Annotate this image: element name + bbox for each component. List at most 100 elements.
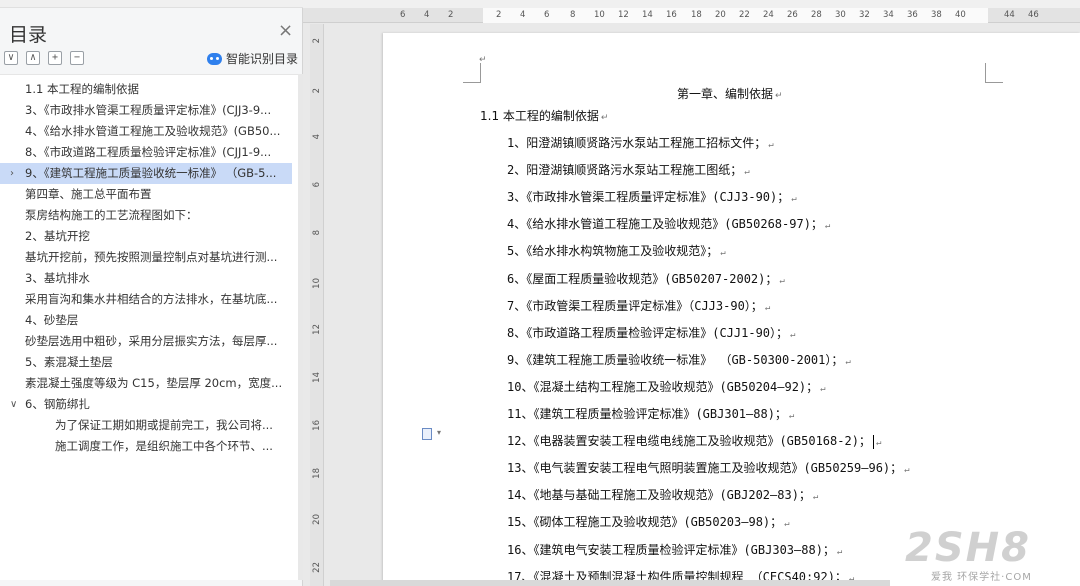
toc-item[interactable]: 第四章、施工总平面布置 [0, 184, 292, 205]
toc-item-label: 施工调度工作，是组织施工中各个环节、... [55, 439, 273, 453]
document-line[interactable]: 5、《给水排水构筑物施工及验收规范》； ↵ [507, 242, 726, 259]
document-line-text: 2、阳澄湖镇顺贤路污水泵站工程施工图纸； [507, 163, 743, 178]
document-outline-icon[interactable] [422, 428, 432, 440]
paragraph-mark: ↵ [788, 411, 795, 421]
paragraph-mark: ↵ [824, 221, 831, 232]
toc-item[interactable]: 施工调度工作，是组织施工中各个环节、... [0, 436, 292, 457]
toc-item[interactable]: 4、《给水排水管道工程施工及验收规范》(GB50... [0, 121, 292, 142]
toc-item-label: 基坑开挖前，预先按照测量控制点对基坑进行测... [25, 250, 278, 264]
document-line[interactable]: 6、《屋面工程质量验收规范》(GB50207-2002)； ↵ [507, 270, 785, 287]
document-line[interactable]: 8、《市政道路工程质量检验评定标准》(CJJ1-90）； ↵ [507, 324, 795, 341]
smart-recognize-button[interactable]: 智能识别目录 [207, 50, 298, 67]
remove-item-button[interactable]: − [70, 51, 84, 65]
toc-item-label: 1.1 本工程的编制依据 [25, 82, 139, 96]
ruler-tick-label: 22 [312, 562, 322, 573]
toc-item[interactable]: 素混凝土强度等级为 C15，垫层厚 20cm，宽度... [0, 373, 292, 394]
ruler-tick-label: 16 [666, 10, 677, 20]
document-line[interactable]: 10、《混凝土结构工程施工及验收规范》(GB50204—92)； ↵ [507, 378, 826, 395]
ai-bot-icon [207, 52, 222, 65]
toc-item[interactable]: 砂垫层选用中粗砂，采用分层振实方法，每层厚... [0, 331, 292, 352]
horizontal-ruler[interactable]: 6 4 2 2 4 6 8 10 12 14 16 18 20 22 24 26 28 30 32 34 36 38 40 4… [303, 8, 1080, 23]
add-item-button[interactable]: + [48, 51, 62, 65]
expand-all-button[interactable]: ∨ [4, 51, 18, 65]
document-line[interactable]: 2、阳澄湖镇顺贤路污水泵站工程施工图纸； ↵ [507, 161, 750, 178]
horizontal-scrollbar[interactable] [330, 580, 890, 586]
toc-item[interactable]: 3、《市政排水管渠工程质量评定标准》(CJJ3-9... [0, 100, 292, 121]
ruler-tick-label: 4 [312, 134, 322, 140]
toc-title: 目录 [9, 24, 48, 46]
toc-item[interactable]: 泵房结构施工的工艺流程图如下： [0, 205, 292, 226]
document-page[interactable]: ↵ 第一章、编制依据 ↵ 1.1 本工程的编制依据 ↵ 1、阳澄湖镇顺贤路污水泵站工… [383, 33, 1080, 586]
section-title-text: 1.1 本工程的编制依据 [480, 109, 599, 123]
ruler-tick-label: 40 [955, 10, 966, 20]
ruler-tick-label: 8 [570, 10, 576, 20]
ruler-tick-label: 38 [931, 10, 942, 20]
vertical-ruler[interactable]: 2 2 4 6 8 10 12 14 16 18 20 22 [310, 24, 324, 586]
paragraph-mark: ↵ [820, 383, 826, 394]
document-line-text: 7、《市政管渠工程质量评定标准》（CJJ3-90）； [507, 298, 763, 313]
toc-panel: 目录 × ∨ ∧ + − 智能识别目录 1.1 本工程的编制依据 3、《市政排水管… [0, 0, 303, 586]
toc-item[interactable]: 采用盲沟和集水井相结合的方法排水，在基坑底... [0, 289, 292, 310]
toc-item-label: 9、《建筑工程施工质量验收统一标准》 （GB-5... [25, 166, 277, 180]
toc-item-label: 6、钢筋绑扎 [25, 397, 90, 411]
paragraph-mark: ↵ [784, 519, 790, 530]
smart-recognize-label: 智能识别目录 [226, 52, 299, 66]
section-title[interactable]: 1.1 本工程的编制依据 ↵ [480, 107, 608, 124]
toc-item[interactable]: 3、基坑排水 [0, 268, 292, 289]
ruler-tick-label: 14 [642, 10, 653, 20]
toc-item-label: 3、基坑排水 [25, 271, 90, 285]
document-line[interactable]: 3、《市政排水管渠工程质量评定标准》(CJJ3-90)； ↵ [507, 188, 797, 205]
toc-item[interactable]: 5、素混凝土垫层 [0, 352, 292, 373]
toc-item[interactable]: 1.1 本工程的编制依据 [0, 79, 292, 100]
document-line[interactable]: 7、《市政管渠工程质量评定标准》（CJJ3-90）； ↵ [507, 297, 770, 314]
text-cursor [872, 434, 874, 449]
ruler-tick-label: 36 [907, 10, 918, 20]
document-line-text: 6、《屋面工程质量验收规范》(GB50207-2002)； [507, 271, 778, 286]
document-line[interactable]: 12、《电器装置安装工程电缆电线施工及验收规范》(GB50168-2)； ↵ [507, 432, 881, 449]
toc-item[interactable]: 8、《市政道路工程质量检验评定标准》(CJJ1-9... [0, 142, 292, 163]
ruler-tick-label: 28 [811, 10, 822, 20]
document-line[interactable]: 15、《砌体工程施工及验收规范》(GB50203—98)； ↵ [507, 513, 790, 530]
ruler-tick-label: 10 [594, 10, 605, 20]
toc-item[interactable]: ∨ 6、钢筋绑扎 [0, 394, 292, 415]
paragraph-mark: ↵ [720, 248, 726, 259]
document-line-text: 4、《给水排水管道工程施工及验收规范》(GB50268-97)； [507, 217, 823, 232]
document-line-text: 15、《砌体工程施工及验收规范》(GB50203—98)； [507, 515, 783, 530]
paragraph-mark: ↵ [744, 167, 750, 178]
watermark-logo: 2SH8 [905, 525, 1031, 571]
ruler-tick-label: 22 [739, 10, 750, 20]
toc-item[interactable]: › 9、《建筑工程施工质量验收统一标准》 （GB-5... [0, 163, 292, 184]
paragraph-mark: ↵ [791, 194, 797, 205]
document-line[interactable]: 1、阳澄湖镇顺贤路污水泵站工程施工招标文件； ↵ [507, 134, 774, 151]
paragraph-mark: ↵ [775, 91, 783, 101]
toc-item[interactable]: 为了保证工期如期或提前完工，我公司将... [0, 415, 292, 436]
chevron-down-icon[interactable]: ▾ [437, 428, 441, 437]
ruler-tick-label: 32 [859, 10, 870, 20]
toc-scrollbar[interactable] [298, 74, 303, 580]
document-line[interactable]: 16、《建筑电气安装工程质量检验评定标准》(GBJ303—88)； ↵ [507, 541, 842, 558]
toc-item[interactable]: 基坑开挖前，预先按照测量控制点对基坑进行测... [0, 247, 292, 268]
close-icon[interactable]: × [278, 20, 293, 42]
ruler-tick-label: 20 [715, 10, 726, 20]
paragraph-mark: ↵ [812, 492, 819, 503]
paragraph-mark: ↵ [764, 302, 771, 313]
chevron-down-icon[interactable]: ∨ [10, 394, 17, 415]
toc-item[interactable]: 4、砂垫层 [0, 310, 292, 331]
chevron-right-icon[interactable]: › [10, 163, 14, 184]
collapse-all-button[interactable]: ∧ [26, 51, 40, 65]
ruler-tick-label: 2 [448, 10, 454, 20]
ruler-tick-label: 46 [1028, 10, 1039, 20]
paragraph-mark: ↵ [790, 329, 796, 340]
paragraph-mark: ↵ [904, 465, 910, 476]
chapter-title[interactable]: 第一章、编制依据 ↵ [677, 85, 783, 102]
document-line[interactable]: 11、《建筑工程质量检验评定标准》(GBJ301—88)； ↵ [507, 405, 794, 422]
toc-item-label: 8、《市政道路工程质量检验评定标准》(CJJ1-9... [25, 145, 272, 159]
ruler-tick-label: 6 [400, 10, 406, 20]
ruler-tick-label: 10 [312, 278, 322, 289]
document-line[interactable]: 9、《建筑工程施工质量验收统一标准》 （GB-50300-2001）； ↵ [507, 351, 851, 368]
document-line[interactable]: 4、《给水排水管道工程施工及验收规范》(GB50268-97)； ↵ [507, 215, 830, 232]
document-line[interactable]: 13、《电气装置安装工程电气照明装置施工及验收规范》(GB50259—96)； ↵ [507, 459, 910, 476]
toc-item[interactable]: 2、基坑开挖 [0, 226, 292, 247]
document-line[interactable]: 14、《地基与基础工程施工及验收规范》(GBJ202—83)； ↵ [507, 486, 818, 503]
toc-item-label: 4、砂垫层 [25, 313, 79, 327]
